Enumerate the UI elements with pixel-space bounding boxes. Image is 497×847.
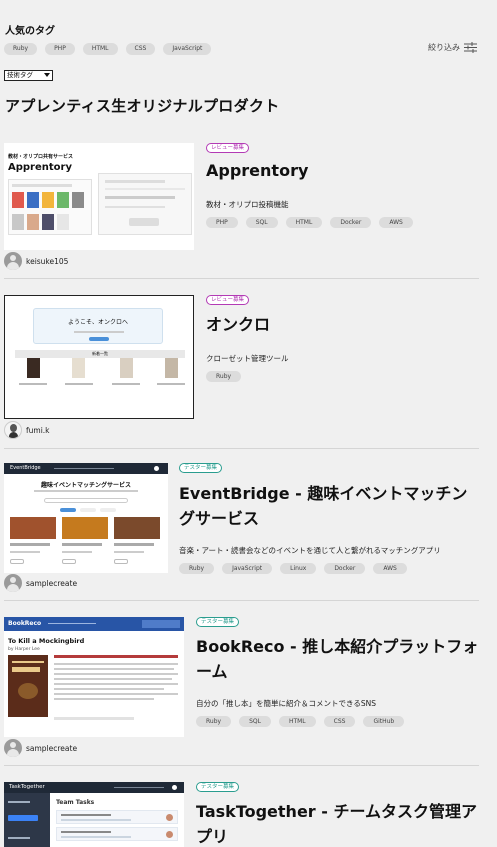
product-tag[interactable]: Ruby xyxy=(179,563,215,574)
product-tag[interactable]: AWS xyxy=(373,563,407,574)
status-badge: テスター募集 xyxy=(196,617,240,627)
avatar-icon xyxy=(4,252,22,270)
card-divider xyxy=(4,600,479,601)
status-badge: テスター募集 xyxy=(179,463,223,473)
popular-tag[interactable]: Ruby xyxy=(4,43,38,55)
status-badge: レビュー募集 xyxy=(206,143,250,153)
product-tags: Ruby SQL HTML CSS GitHub xyxy=(196,716,405,727)
product-tag[interactable]: SQL xyxy=(239,716,271,727)
product-tag[interactable]: JavaScript xyxy=(222,563,273,574)
avatar-icon xyxy=(4,739,22,757)
card-divider xyxy=(4,765,479,766)
product-thumbnail[interactable]: 教材・オリプロ共有サービス Apprentory xyxy=(4,143,194,250)
product-tag[interactable]: HTML xyxy=(285,217,323,228)
product-tag[interactable]: CSS xyxy=(323,716,356,727)
author[interactable]: samplecreate xyxy=(4,739,77,757)
thumb-screen-left xyxy=(8,179,92,235)
card-divider xyxy=(4,448,479,449)
product-tag[interactable]: Docker xyxy=(324,563,366,574)
thumb-brand: TaskTogether xyxy=(9,784,45,790)
popular-tag[interactable]: HTML xyxy=(82,43,118,55)
filter-sliders-icon xyxy=(464,42,477,53)
book-cover xyxy=(8,655,48,717)
author-name: samplecreate xyxy=(26,743,78,753)
thumb-book-title: To Kill a Mockingbird xyxy=(8,637,85,645)
filter-label: 絞り込み xyxy=(428,43,460,52)
avatar-icon xyxy=(4,574,22,592)
product-title[interactable]: Apprentory xyxy=(206,158,308,183)
popular-tag[interactable]: CSS xyxy=(125,43,156,55)
thumb-heading: 趣味イベントマッチングサービス xyxy=(40,482,131,489)
product-thumbnail[interactable]: BookReco To Kill a Mockingbird by Harper… xyxy=(4,617,184,737)
popular-tags-list: Ruby PHP HTML CSS JavaScript xyxy=(4,43,212,55)
product-tag[interactable]: Linux xyxy=(280,563,317,574)
author-name: samplecreate xyxy=(26,578,78,588)
popular-tags-title: 人気のタグ xyxy=(5,26,55,37)
product-title[interactable]: オンクロ xyxy=(206,312,270,337)
thumb-screen-right xyxy=(98,173,192,235)
tech-tag-select-value: 技術タグ xyxy=(7,71,33,79)
product-tags: Ruby xyxy=(206,371,242,382)
product-tags: PHP SQL HTML Docker AWS xyxy=(206,217,413,228)
thumb-book-author: by Harper Lee xyxy=(8,647,40,652)
status-badge: テスター募集 xyxy=(196,782,240,792)
product-description: 教材・オリプロ投稿機能 xyxy=(206,200,289,209)
product-tag[interactable]: Ruby xyxy=(196,716,232,727)
section-title: アプレンティス生オリジナルプロダクト xyxy=(5,97,280,115)
author-name: fumi.k xyxy=(26,425,50,435)
product-tag[interactable]: AWS xyxy=(379,217,413,228)
product-thumbnail[interactable]: TaskTogether Team Tasks xyxy=(4,782,184,847)
thumb-heading: ようこそ、オンクロへ xyxy=(67,319,128,326)
avatar xyxy=(4,421,22,439)
thumb-section: 新着一覧 xyxy=(92,351,108,356)
product-description: クローゼット管理ツール xyxy=(206,354,289,363)
thumb-brand: BookReco xyxy=(8,620,42,627)
product-title[interactable]: EventBridge - 趣味イベントマッチングサービス xyxy=(179,481,479,531)
card-divider xyxy=(4,278,479,279)
product-thumbnail[interactable]: EventBridge 趣味イベントマッチングサービス xyxy=(4,463,168,573)
author[interactable]: fumi.k xyxy=(4,421,50,439)
product-title[interactable]: TaskTogether - チームタスク管理アプリ xyxy=(196,799,486,847)
author[interactable]: samplecreate xyxy=(4,574,77,592)
product-description: 自分の「推し本」を簡単に紹介＆コメントできるSNS xyxy=(196,699,376,708)
tech-tag-select[interactable]: 技術タグ xyxy=(4,70,53,81)
product-tag[interactable]: SQL xyxy=(245,217,278,228)
product-tag[interactable]: Ruby xyxy=(206,371,242,382)
product-tags: Ruby JavaScript Linux Docker AWS xyxy=(179,563,407,574)
filter-button[interactable]: 絞り込み xyxy=(428,42,477,53)
chevron-down-icon xyxy=(44,73,50,77)
product-title[interactable]: BookReco - 推し本紹介プラットフォーム xyxy=(196,634,481,684)
thumb-brand: EventBridge xyxy=(10,465,41,471)
popular-tag[interactable]: JavaScript xyxy=(163,43,212,55)
product-thumbnail[interactable]: ようこそ、オンクロへ 新着一覧 xyxy=(4,295,194,419)
product-tag[interactable]: GitHub xyxy=(363,716,405,727)
product-tag[interactable]: HTML xyxy=(278,716,316,727)
product-description: 音楽・アート・読書会などのイベントを通じて人と繋がれるマッチングアプリ xyxy=(179,546,441,555)
thumb-heading: 教材・オリプロ共有サービス xyxy=(8,154,74,160)
product-tag[interactable]: Docker xyxy=(330,217,372,228)
popular-tag[interactable]: PHP xyxy=(45,43,75,55)
author-name: keisuke105 xyxy=(26,256,69,266)
thumb-heading: Team Tasks xyxy=(56,799,95,806)
product-tag[interactable]: PHP xyxy=(206,217,238,228)
status-badge: レビュー募集 xyxy=(206,295,250,305)
thumb-brand: Apprentory xyxy=(8,162,72,173)
author[interactable]: keisuke105 xyxy=(4,252,68,270)
